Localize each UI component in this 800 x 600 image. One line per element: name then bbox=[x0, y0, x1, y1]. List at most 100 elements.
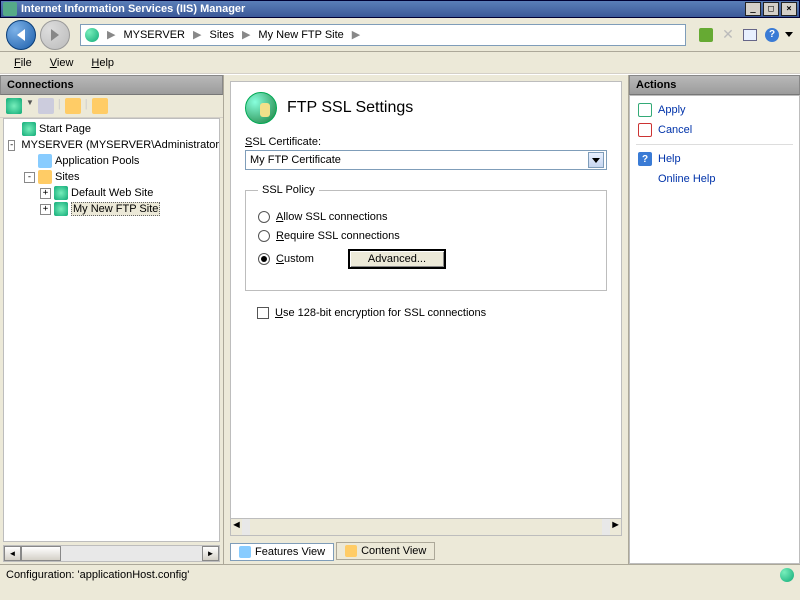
forward-button[interactable] bbox=[40, 20, 70, 50]
scroll-thumb[interactable] bbox=[21, 546, 61, 561]
collapse-icon[interactable]: - bbox=[24, 172, 35, 183]
expand-icon[interactable]: + bbox=[40, 204, 51, 215]
site-icon bbox=[54, 202, 68, 216]
connections-tree[interactable]: Start Page - MYSERVER (MYSERVER\Administ… bbox=[3, 118, 220, 542]
chevron-down-icon bbox=[592, 158, 600, 163]
action-online-help[interactable]: Online Help bbox=[636, 169, 793, 189]
blank-icon bbox=[638, 172, 652, 186]
refresh-icon bbox=[699, 28, 713, 42]
address-bar[interactable]: ▶ MYSERVER ▶ Sites ▶ My New FTP Site ▶ bbox=[80, 24, 686, 46]
ftp-ssl-icon bbox=[245, 92, 277, 124]
content-hscrollbar[interactable]: ◄ ► bbox=[231, 518, 621, 535]
chevron-down-icon[interactable]: ▼ bbox=[26, 98, 34, 114]
menu-view[interactable]: View bbox=[42, 55, 82, 71]
ssl-cert-value: My FTP Certificate bbox=[248, 154, 588, 166]
refresh-button[interactable] bbox=[696, 25, 716, 45]
arrow-left-icon bbox=[17, 29, 25, 41]
tree-app-pools[interactable]: Application Pools bbox=[6, 153, 217, 169]
window-title: Internet Information Services (IIS) Mana… bbox=[21, 3, 743, 15]
breadcrumb-root[interactable]: MYSERVER bbox=[119, 29, 189, 41]
chevron-right-icon: ▶ bbox=[103, 28, 119, 41]
title-bar: Internet Information Services (IIS) Mana… bbox=[0, 0, 800, 18]
globe-icon bbox=[85, 28, 99, 42]
app-pools-icon bbox=[38, 154, 52, 168]
connections-header: Connections bbox=[0, 75, 223, 95]
cancel-icon bbox=[638, 123, 652, 137]
collapse-icon[interactable]: - bbox=[8, 140, 15, 151]
view-tabs: Features View Content View bbox=[230, 542, 622, 560]
radio-custom[interactable]: Custom Advanced... bbox=[258, 249, 594, 269]
back-button[interactable] bbox=[6, 20, 36, 50]
action-help[interactable]: ? Help bbox=[636, 149, 793, 169]
connect-icon[interactable] bbox=[6, 98, 22, 114]
apply-icon bbox=[638, 103, 652, 117]
radio-icon bbox=[258, 211, 270, 223]
arrow-right-icon bbox=[51, 29, 59, 41]
site-icon bbox=[54, 186, 68, 200]
ssl-cert-combo[interactable]: My FTP Certificate bbox=[245, 150, 607, 170]
scroll-right-button[interactable]: ► bbox=[202, 546, 219, 561]
menu-bar: File View Help bbox=[0, 52, 800, 74]
tree-sites[interactable]: - Sites bbox=[6, 169, 217, 185]
features-icon bbox=[239, 546, 251, 558]
advanced-button[interactable]: Advanced... bbox=[348, 249, 446, 269]
center-pane: FTP SSL Settings SSL Certificate: My FTP… bbox=[224, 75, 628, 564]
help-icon: ? bbox=[638, 152, 652, 166]
close-button[interactable]: × bbox=[781, 2, 797, 16]
radio-checked-icon bbox=[258, 253, 270, 265]
menu-file[interactable]: File bbox=[6, 55, 40, 71]
tree-server[interactable]: - MYSERVER (MYSERVER\Administrator) bbox=[6, 137, 217, 153]
remove-connection-icon[interactable] bbox=[92, 98, 108, 114]
x-icon: ✕ bbox=[722, 26, 734, 43]
scroll-right-button[interactable]: ► bbox=[610, 519, 621, 535]
stop-button: ✕ bbox=[718, 25, 738, 45]
expand-icon[interactable]: + bbox=[40, 188, 51, 199]
tab-content-view[interactable]: Content View bbox=[336, 542, 435, 560]
chevron-right-icon: ▶ bbox=[238, 28, 254, 41]
status-icon bbox=[780, 568, 794, 582]
ssl-policy-group: SSL Policy Allow SSL connections Require… bbox=[245, 184, 607, 291]
chevron-right-icon: ▶ bbox=[348, 28, 364, 41]
breadcrumb-leaf[interactable]: My New FTP Site bbox=[254, 29, 347, 41]
up-icon[interactable] bbox=[65, 98, 81, 114]
combo-dropdown-button[interactable] bbox=[588, 152, 604, 168]
connections-panel: Connections ▼ | | Start Page - MYSERVER … bbox=[0, 75, 224, 564]
chevron-right-icon: ▶ bbox=[189, 28, 205, 41]
tree-hscrollbar[interactable]: ◄ ► bbox=[3, 545, 220, 562]
tree-ftp-site[interactable]: + My New FTP Site bbox=[6, 201, 217, 217]
action-apply[interactable]: Apply bbox=[636, 100, 793, 120]
minimize-button[interactable]: _ bbox=[745, 2, 761, 16]
page-title: FTP SSL Settings bbox=[287, 99, 413, 117]
radio-allow-ssl[interactable]: Allow SSL connections bbox=[258, 211, 594, 223]
ssl-policy-legend: SSL Policy bbox=[258, 184, 319, 196]
home-icon bbox=[743, 29, 757, 41]
tab-features-view[interactable]: Features View bbox=[230, 543, 334, 561]
scroll-left-button[interactable]: ◄ bbox=[4, 546, 21, 561]
maximize-button[interactable]: □ bbox=[763, 2, 779, 16]
radio-require-ssl[interactable]: Require SSL connections bbox=[258, 230, 594, 242]
tree-default-site[interactable]: + Default Web Site bbox=[6, 185, 217, 201]
ssl-cert-label: SSL Certificate: bbox=[245, 136, 607, 148]
home-button[interactable] bbox=[740, 25, 760, 45]
status-config: Configuration: 'applicationHost.config' bbox=[6, 569, 189, 581]
action-cancel[interactable]: Cancel bbox=[636, 120, 793, 140]
start-page-icon bbox=[22, 122, 36, 136]
help-dropdown[interactable] bbox=[784, 25, 794, 45]
content-area: FTP SSL Settings SSL Certificate: My FTP… bbox=[230, 81, 622, 536]
scroll-left-button[interactable]: ◄ bbox=[231, 519, 242, 535]
scroll-thumb[interactable] bbox=[250, 519, 602, 535]
connections-toolbar: ▼ | | bbox=[0, 95, 223, 118]
radio-icon bbox=[258, 230, 270, 242]
chevron-down-icon bbox=[785, 32, 793, 37]
status-bar: Configuration: 'applicationHost.config' bbox=[0, 564, 800, 584]
help-button[interactable]: ? bbox=[762, 25, 782, 45]
content-icon bbox=[345, 545, 357, 557]
save-icon[interactable] bbox=[38, 98, 54, 114]
check-128bit[interactable]: Use 128-bit encryption for SSL connectio… bbox=[257, 307, 607, 319]
tree-start-page[interactable]: Start Page bbox=[6, 121, 217, 137]
actions-header: Actions bbox=[629, 75, 800, 95]
breadcrumb-sites[interactable]: Sites bbox=[205, 29, 237, 41]
folder-icon bbox=[38, 170, 52, 184]
help-icon: ? bbox=[765, 28, 779, 42]
menu-help[interactable]: Help bbox=[83, 55, 122, 71]
